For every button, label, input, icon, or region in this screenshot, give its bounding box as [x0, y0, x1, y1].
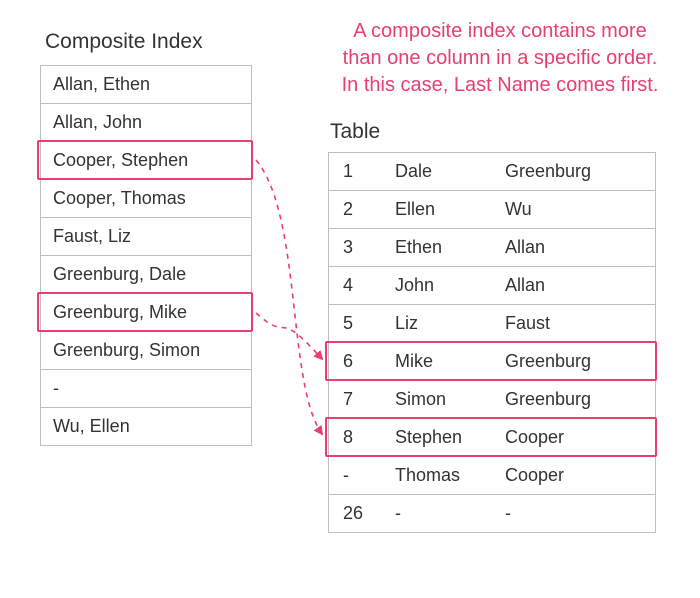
row-last-name: -: [505, 495, 655, 532]
index-row: Cooper, Stephen: [41, 142, 251, 180]
row-last-name: Greenburg: [505, 153, 655, 190]
row-last-name: Faust: [505, 305, 655, 342]
row-first-name: Ethen: [395, 229, 505, 266]
annotation-line-1: A composite index contains more: [353, 20, 647, 42]
index-row: Faust, Liz: [41, 218, 251, 256]
table-row: 7SimonGreenburg: [329, 381, 655, 419]
row-first-name: John: [395, 267, 505, 304]
row-id: 26: [329, 495, 395, 532]
index-row: Greenburg, Simon: [41, 332, 251, 370]
index-row: Wu, Ellen: [41, 408, 251, 445]
annotation-line-3: In this case, Last Name comes first.: [342, 74, 659, 96]
table-row: 3EthenAllan: [329, 229, 655, 267]
table-row: 2EllenWu: [329, 191, 655, 229]
row-first-name: Simon: [395, 381, 505, 418]
row-first-name: Mike: [395, 343, 505, 380]
row-last-name: Greenburg: [505, 343, 655, 380]
table-row: 4JohnAllan: [329, 267, 655, 305]
annotation-line-2: than one column in a specific order.: [343, 47, 658, 69]
row-id: 3: [329, 229, 395, 266]
row-first-name: Liz: [395, 305, 505, 342]
row-first-name: Thomas: [395, 457, 505, 494]
row-first-name: -: [395, 495, 505, 532]
index-row: Greenburg, Dale: [41, 256, 251, 294]
row-last-name: Greenburg: [505, 381, 655, 418]
row-id: 6: [329, 343, 395, 380]
table-row: 5LizFaust: [329, 305, 655, 343]
table-title: Table: [330, 120, 380, 144]
table-row: 6MikeGreenburg: [329, 343, 655, 381]
table-row: 26--: [329, 495, 655, 532]
row-first-name: Dale: [395, 153, 505, 190]
index-row: Allan, John: [41, 104, 251, 142]
index-row: Cooper, Thomas: [41, 180, 251, 218]
composite-index-box: Allan, EthenAllan, JohnCooper, StephenCo…: [40, 65, 252, 446]
mapping-arrows: [252, 65, 332, 535]
index-title: Composite Index: [45, 30, 203, 54]
row-id: 2: [329, 191, 395, 228]
row-first-name: Stephen: [395, 419, 505, 456]
data-table-box: 1DaleGreenburg2EllenWu3EthenAllan4JohnAl…: [328, 152, 656, 533]
row-last-name: Allan: [505, 267, 655, 304]
row-id: 7: [329, 381, 395, 418]
row-id: 1: [329, 153, 395, 190]
row-last-name: Cooper: [505, 457, 655, 494]
row-last-name: Allan: [505, 229, 655, 266]
table-row: 1DaleGreenburg: [329, 153, 655, 191]
index-row: Greenburg, Mike: [41, 294, 251, 332]
row-last-name: Cooper: [505, 419, 655, 456]
row-last-name: Wu: [505, 191, 655, 228]
row-id: -: [329, 457, 395, 494]
table-row: -ThomasCooper: [329, 457, 655, 495]
index-row: -: [41, 370, 251, 408]
table-row: 8StephenCooper: [329, 419, 655, 457]
row-id: 5: [329, 305, 395, 342]
index-row: Allan, Ethen: [41, 66, 251, 104]
row-id: 8: [329, 419, 395, 456]
composite-index-explainer: A composite index contains more than one…: [320, 18, 680, 99]
row-id: 4: [329, 267, 395, 304]
row-first-name: Ellen: [395, 191, 505, 228]
